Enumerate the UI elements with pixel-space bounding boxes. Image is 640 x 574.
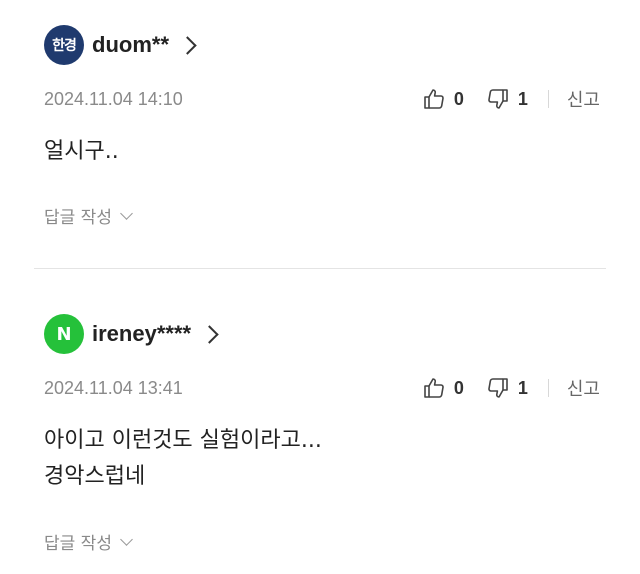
dislike-count: 1 [517, 377, 528, 398]
thumbs-up-icon [424, 378, 444, 398]
comment-text-line: 경악스럽네 [44, 464, 146, 489]
comment-actions: 0 1 신고 [422, 375, 600, 401]
comment-body: 얼시구.. [44, 134, 119, 170]
comment-author[interactable]: N ireney**** [44, 314, 219, 354]
divider [547, 379, 549, 397]
reply-button[interactable]: 답글 작성 [44, 529, 133, 554]
like-button[interactable]: 0 [422, 87, 464, 111]
thumbs-down-icon [488, 378, 508, 398]
divider [547, 90, 549, 108]
like-count: 0 [453, 377, 464, 398]
comment-meta: 2024.11.04 13:41 0 1 신고 [44, 375, 600, 401]
reply-button[interactable]: 답글 작성 [44, 203, 133, 228]
chevron-right-icon[interactable] [178, 35, 197, 55]
chevron-down-icon [120, 532, 133, 546]
comment-meta: 2024.11.04 14:10 0 1 신고 [44, 86, 600, 112]
comment-date: 2024.11.04 14:10 [44, 88, 183, 109]
dislike-button[interactable]: 1 [486, 376, 528, 400]
report-button[interactable]: 신고 [567, 375, 600, 401]
reply-label: 답글 작성 [44, 534, 112, 554]
chevron-right-icon[interactable] [200, 324, 219, 344]
comment-date: 2024.11.04 13:41 [44, 377, 183, 398]
dislike-count: 1 [517, 88, 528, 109]
dislike-button[interactable]: 1 [486, 87, 528, 111]
comment-separator [34, 268, 606, 269]
comment-text-line: 얼시구.. [44, 139, 119, 164]
username[interactable]: duom** [92, 32, 169, 58]
comment-text-line: 아이고 이런것도 실험이라고... [44, 428, 322, 453]
thumbs-up-icon [424, 89, 444, 109]
comment-author[interactable]: 한경 duom** [44, 25, 197, 65]
comment-body: 아이고 이런것도 실험이라고... 경악스럽네 [44, 423, 322, 495]
username[interactable]: ireney**** [92, 321, 191, 347]
like-button[interactable]: 0 [422, 376, 464, 400]
like-count: 0 [453, 88, 464, 109]
comment-actions: 0 1 신고 [422, 86, 600, 112]
thumbs-down-icon [488, 89, 508, 109]
avatar: 한경 [44, 25, 84, 65]
chevron-down-icon [120, 206, 133, 220]
report-button[interactable]: 신고 [567, 86, 600, 112]
reply-label: 답글 작성 [44, 208, 112, 228]
avatar: N [44, 314, 84, 354]
